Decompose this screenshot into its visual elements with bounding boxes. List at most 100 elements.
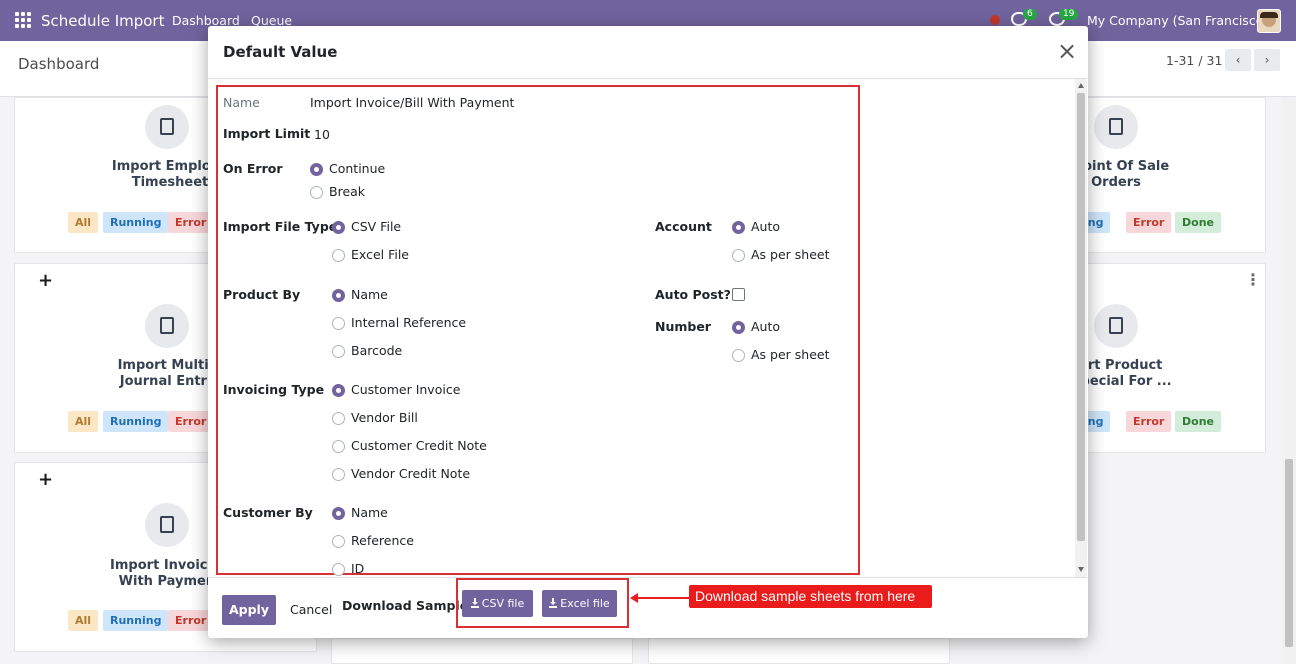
file-type-excel-radio[interactable] — [332, 249, 345, 262]
pager-prev-button[interactable]: ‹ — [1225, 49, 1251, 71]
apps-menu-icon[interactable] — [15, 12, 31, 28]
number-as-per-sheet-label[interactable]: As per sheet — [751, 347, 830, 362]
download-csv-button[interactable]: CSV file — [462, 590, 533, 617]
dialog-footer: Apply Cancel Download Sample: CSV file E… — [208, 577, 1088, 638]
invoicing-customer-credit-note-radio[interactable] — [332, 440, 345, 453]
callout-arrow — [636, 597, 689, 599]
product-by-barcode-radio[interactable] — [332, 345, 345, 358]
activities-count: 19 — [1059, 9, 1079, 20]
customer-by-name-radio[interactable] — [332, 507, 345, 520]
kanban-card[interactable] — [331, 638, 633, 664]
scroll-down-icon[interactable] — [1078, 567, 1084, 572]
tag-done[interactable]: Done — [1175, 411, 1221, 432]
add-icon[interactable]: + — [38, 270, 53, 291]
on-error-continue-label[interactable]: Continue — [329, 161, 385, 176]
tag-error[interactable]: Error — [1126, 212, 1172, 233]
product-by-name-radio[interactable] — [332, 289, 345, 302]
close-icon[interactable]: × — [1056, 39, 1078, 63]
messages-count: 6 — [1023, 9, 1037, 20]
customer-by-id-label[interactable]: ID — [351, 561, 364, 576]
auto-post-checkbox[interactable] — [732, 288, 745, 301]
invoicing-vendor-credit-note-label[interactable]: Vendor Credit Note — [351, 466, 470, 481]
invoicing-vendor-bill-radio[interactable] — [332, 412, 345, 425]
customer-by-reference-radio[interactable] — [332, 535, 345, 548]
invoicing-vendor-credit-note-radio[interactable] — [332, 468, 345, 481]
pager-next-button[interactable]: › — [1254, 49, 1280, 71]
account-as-per-sheet-radio[interactable] — [732, 249, 745, 262]
number-auto-label[interactable]: Auto — [751, 319, 780, 334]
number-label: Number — [655, 319, 711, 334]
invoicing-customer-invoice-radio[interactable] — [332, 384, 345, 397]
cancel-button[interactable]: Cancel — [290, 602, 332, 617]
invoicing-type-label: Invoicing Type — [223, 382, 325, 397]
tag-error[interactable]: Error — [168, 411, 214, 432]
product-by-internal-ref-radio[interactable] — [332, 317, 345, 330]
pager-value[interactable]: 1-31 / 31 — [1166, 53, 1222, 68]
tag-error[interactable]: Error — [168, 212, 214, 233]
tag-all[interactable]: All — [68, 212, 99, 233]
scroll-up-icon[interactable] — [1078, 83, 1084, 88]
invoicing-customer-credit-note-label[interactable]: Customer Credit Note — [351, 438, 487, 453]
customer-by-label: Customer By — [223, 505, 313, 520]
invoicing-customer-invoice-label[interactable]: Customer Invoice — [351, 382, 460, 397]
document-icon — [145, 304, 189, 348]
download-sample-label: Download Sample: — [342, 598, 474, 613]
customer-by-reference-label[interactable]: Reference — [351, 533, 414, 548]
name-label: Name — [223, 95, 260, 110]
file-type-excel-label[interactable]: Excel File — [351, 247, 409, 262]
document-icon — [145, 105, 189, 149]
card-menu-icon[interactable]: ⋮ — [1245, 270, 1261, 289]
apply-button[interactable]: Apply — [222, 595, 276, 625]
document-icon — [145, 503, 189, 547]
tag-error[interactable]: Error — [168, 610, 214, 631]
file-type-csv-label[interactable]: CSV File — [351, 219, 401, 234]
number-as-per-sheet-radio[interactable] — [732, 349, 745, 362]
default-value-dialog: Default Value × Name Import Invoice/Bill… — [208, 26, 1088, 638]
customer-by-name-label[interactable]: Name — [351, 505, 388, 520]
download-excel-button[interactable]: Excel file — [542, 590, 617, 617]
product-by-name-label[interactable]: Name — [351, 287, 388, 302]
page-scrollbar[interactable] — [1282, 97, 1296, 664]
product-by-label: Product By — [223, 287, 301, 302]
kanban-card[interactable] — [648, 638, 950, 664]
tag-running[interactable]: Running — [103, 610, 169, 631]
on-error-break-radio[interactable] — [310, 186, 323, 199]
file-type-label: Import File Type — [223, 219, 338, 234]
dialog-scrollbar[interactable] — [1075, 79, 1087, 577]
customer-by-id-radio[interactable] — [332, 563, 345, 576]
account-as-per-sheet-label[interactable]: As per sheet — [751, 247, 830, 262]
account-label: Account — [655, 219, 712, 234]
number-auto-radio[interactable] — [732, 321, 745, 334]
account-auto-radio[interactable] — [732, 221, 745, 234]
tag-error[interactable]: Error — [1126, 411, 1172, 432]
on-error-break-label[interactable]: Break — [329, 184, 365, 199]
app-name[interactable]: Schedule Import — [41, 12, 164, 30]
file-type-csv-radio[interactable] — [332, 221, 345, 234]
tag-running[interactable]: Running — [103, 411, 169, 432]
page-title: Dashboard — [18, 55, 100, 73]
company-switcher[interactable]: My Company (San Francisco) — [1087, 13, 1268, 28]
add-icon[interactable]: + — [38, 469, 53, 490]
account-auto-label[interactable]: Auto — [751, 219, 780, 234]
download-icon — [470, 598, 479, 608]
import-limit-field[interactable]: 10 — [314, 127, 330, 142]
document-icon — [1094, 105, 1138, 149]
dialog-body: Name Import Invoice/Bill With Payment Im… — [208, 79, 1088, 577]
tag-running[interactable]: Running — [103, 212, 169, 233]
tag-all[interactable]: All — [68, 610, 99, 631]
user-avatar[interactable] — [1257, 9, 1281, 33]
tag-done[interactable]: Done — [1175, 212, 1221, 233]
invoicing-vendor-bill-label[interactable]: Vendor Bill — [351, 410, 418, 425]
on-error-continue-radio[interactable] — [310, 163, 323, 176]
product-by-internal-ref-label[interactable]: Internal Reference — [351, 315, 466, 330]
dialog-title: Default Value — [223, 43, 338, 61]
download-icon — [549, 598, 558, 608]
tag-all[interactable]: All — [68, 411, 99, 432]
product-by-barcode-label[interactable]: Barcode — [351, 343, 402, 358]
dialog-header: Default Value × — [208, 26, 1088, 79]
status-dot-icon — [990, 15, 1000, 25]
auto-post-label: Auto Post? — [655, 287, 731, 302]
annotation-callout: Download sample sheets from here — [689, 585, 932, 608]
callout-arrow-head — [630, 593, 638, 603]
name-field[interactable]: Import Invoice/Bill With Payment — [310, 95, 514, 110]
